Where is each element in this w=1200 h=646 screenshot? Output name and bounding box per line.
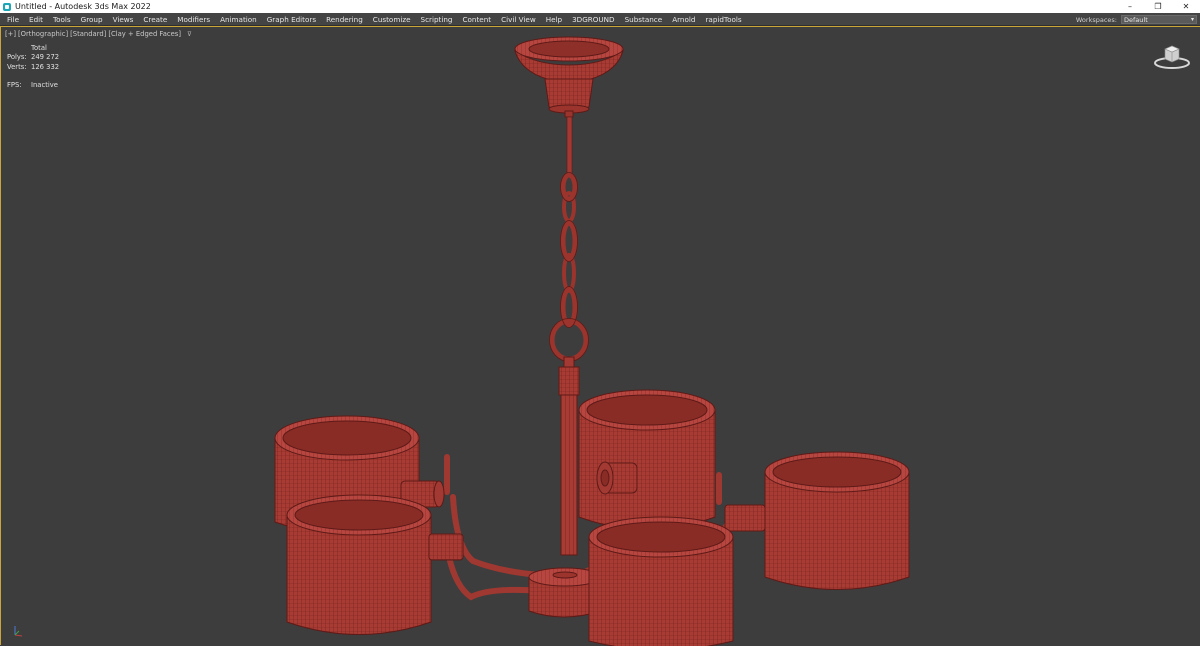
title-bar: Untitled - Autodesk 3ds Max 2022 – ❐ ✕ (0, 0, 1200, 13)
viewport-statistics: Total Polys: 249 272 Verts: 126 332 FPS:… (7, 43, 59, 90)
chain (549, 172, 589, 362)
stats-polys-row: Polys: 249 272 (7, 53, 59, 63)
stats-verts-row: Verts: 126 332 (7, 62, 59, 72)
workspace-label: Workspaces: (1075, 15, 1117, 24)
lamp-shade-front-right (588, 516, 734, 646)
menu-rapidtools[interactable]: rapidTools (700, 15, 746, 24)
window-title: Untitled - Autodesk 3ds Max 2022 (15, 2, 151, 11)
menu-edit[interactable]: Edit (24, 15, 48, 24)
lamp-shade-right (764, 451, 910, 590)
menu-animation[interactable]: Animation (215, 15, 262, 24)
funnel-icon[interactable]: ⊽ (187, 30, 192, 38)
lamp-shade-back-right (578, 389, 716, 530)
menu-modifiers[interactable]: Modifiers (172, 15, 215, 24)
stats-fps-row: FPS: Inactive (7, 81, 59, 91)
viewport-general-menu[interactable]: [+] (5, 30, 16, 38)
menu-help[interactable]: Help (541, 15, 567, 24)
lamp-socket-front-left (428, 533, 464, 561)
viewport-point-of-view-menu[interactable]: [Orthographic] (18, 30, 68, 38)
stats-header: Total (31, 43, 47, 52)
menu-views[interactable]: Views (108, 15, 139, 24)
fps-value: Inactive (31, 81, 58, 90)
axis-tripod-icon (14, 626, 23, 637)
perspective-viewport[interactable]: [+] [Orthographic] [Standard] [Clay + Ed… (0, 26, 1200, 646)
workspace-switcher: Workspaces: Default ▾ (1076, 14, 1197, 25)
polys-label: Polys: (7, 53, 27, 62)
workspace-dropdown[interactable]: Default ▾ (1121, 15, 1197, 24)
viewport-label[interactable]: [+] [Orthographic] [Standard] [Clay + Ed… (5, 30, 192, 38)
lamp-socket-right (724, 504, 766, 532)
hanging-rod (564, 110, 574, 178)
window-controls: – ❐ ✕ (1116, 0, 1200, 13)
verts-label: Verts: (7, 62, 27, 71)
menu-file[interactable]: File (2, 15, 24, 24)
lamp-shade-front-left (286, 494, 432, 635)
menu-civil-view[interactable]: Civil View (496, 15, 541, 24)
viewcube-icon[interactable] (1152, 41, 1192, 71)
lamp-socket-back-right (596, 461, 638, 495)
menu-customize[interactable]: Customize (368, 15, 416, 24)
menu-group[interactable]: Group (76, 15, 108, 24)
fps-label: FPS: (7, 81, 22, 90)
menu-substance[interactable]: Substance (620, 15, 668, 24)
menu-bar: File Edit Tools Group Views Create Modifiers An… (0, 13, 1200, 26)
menu-create[interactable]: Create (138, 15, 172, 24)
viewport-shading-standard-menu[interactable]: [Standard] (70, 30, 106, 38)
viewport-display-mode-menu[interactable]: [Clay + Edged Faces] (108, 30, 181, 38)
ceiling-canopy (514, 36, 624, 114)
menu-3dground[interactable]: 3DGROUND (567, 15, 620, 24)
menu-rendering[interactable]: Rendering (321, 15, 368, 24)
minimize-button[interactable]: – (1116, 0, 1144, 13)
chevron-down-icon: ▾ (1190, 16, 1194, 23)
workspace-value: Default (1124, 15, 1148, 24)
menu-items: File Edit Tools Group Views Create Modifiers An… (0, 15, 747, 24)
restore-button[interactable]: ❐ (1144, 0, 1172, 13)
menu-graph-editors[interactable]: Graph Editors (262, 15, 321, 24)
3dsmax-app-icon (3, 2, 11, 11)
menu-content[interactable]: Content (458, 15, 497, 24)
menu-scripting[interactable]: Scripting (416, 15, 458, 24)
menu-tools[interactable]: Tools (48, 15, 76, 24)
verts-value: 126 332 (31, 62, 60, 71)
menu-arnold[interactable]: Arnold (667, 15, 700, 24)
polys-value: 249 272 (31, 53, 60, 62)
close-button[interactable]: ✕ (1172, 0, 1200, 13)
chandelier-model[interactable] (1, 27, 1200, 646)
